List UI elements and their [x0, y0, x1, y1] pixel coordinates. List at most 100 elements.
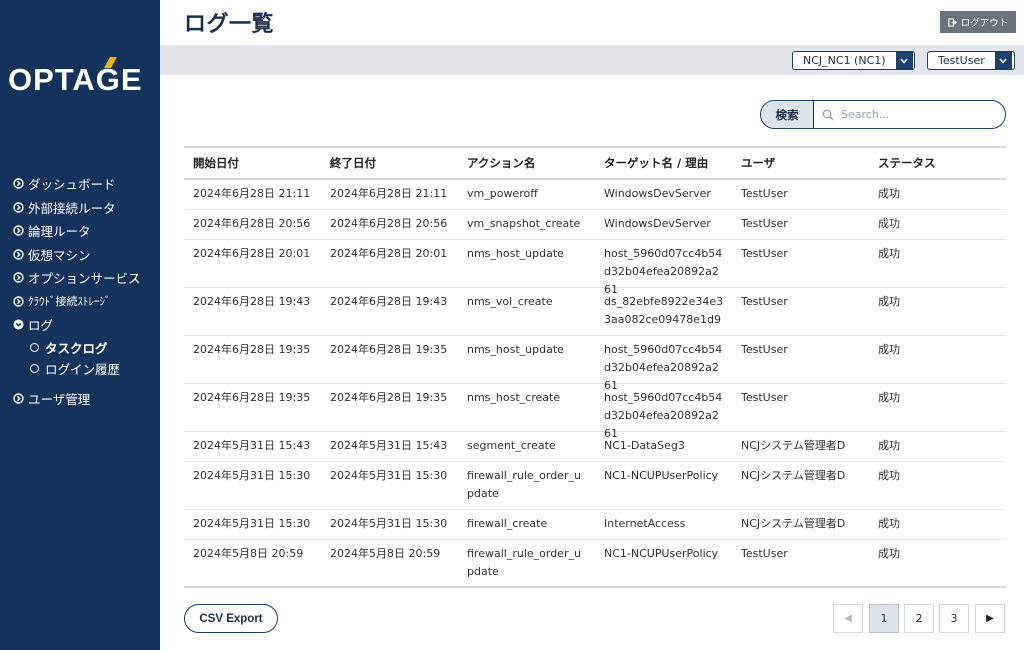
chevron-down-icon [895, 52, 913, 69]
nav-item-label: 外部接続ルータ [28, 200, 116, 216]
table-row[interactable]: 2024年6月28日 19:43 2024年6月28日 19:43 nms_vo… [184, 288, 1006, 336]
user-cell: TestUser [741, 187, 788, 200]
user-select-value: TestUser [938, 54, 985, 67]
user-cell: TestUser [741, 547, 788, 560]
column-header[interactable]: 開始日付 [184, 154, 321, 172]
nav-item-label: ユーザ管理 [28, 391, 91, 407]
target-cell: NC1-DataSeg3 [604, 439, 685, 452]
target-cell: host_5960d07cc4b54d32b04efea20892a261 [604, 343, 723, 392]
user-select[interactable]: TestUser [927, 51, 1015, 70]
target-cell: WindowsDevServer [604, 217, 711, 230]
status-cell: 成功 [878, 517, 900, 530]
table-row[interactable]: 2024年6月28日 21:11 2024年6月28日 21:11 vm_pow… [184, 180, 1006, 210]
search-icon [822, 109, 834, 120]
start-date-cell: 2024年5月31日 15:30 [193, 517, 311, 530]
status-cell: 成功 [878, 547, 900, 560]
end-date-cell: 2024年6月28日 19:35 [330, 391, 448, 404]
nav-item-log[interactable]: ログ [0, 313, 160, 337]
nav-item-external-router[interactable]: 外部接続ルータ [0, 196, 160, 220]
nav-sub-label: タスクログ [45, 340, 108, 356]
nav-item-user-management[interactable]: ユーザ管理 [0, 387, 160, 411]
table-row[interactable]: 2024年6月28日 19:35 2024年6月28日 19:35 nms_ho… [184, 336, 1006, 392]
nav-item-label: 論理ルータ [28, 224, 91, 240]
action-cell: segment_create [467, 439, 556, 452]
start-date-cell: 2024年6月28日 20:56 [193, 217, 311, 230]
nav-item-label: ダッシュボード [28, 177, 116, 193]
sidebar: OPTAGE ダッシュボード 外部接続ルータ 論理ルータ 仮想マシン オプション… [0, 0, 160, 650]
nav-item-virtual-machine[interactable]: 仮想マシン [0, 243, 160, 267]
action-cell: nms_host_update [467, 343, 564, 356]
circle-arrow-icon [13, 249, 24, 260]
circle-arrow-icon [13, 225, 24, 236]
action-cell: nms_host_update [467, 247, 564, 260]
table-row[interactable]: 2024年6月28日 20:56 2024年6月28日 20:56 vm_sna… [184, 210, 1006, 240]
start-date-cell: 2024年6月28日 20:01 [193, 247, 311, 260]
column-header[interactable]: アクション名 [458, 154, 595, 172]
action-cell: nms_vol_create [467, 295, 553, 308]
user-cell: TestUser [741, 295, 788, 308]
column-header[interactable]: ステータス [869, 154, 1006, 172]
start-date-cell: 2024年5月31日 15:43 [193, 439, 311, 452]
nav-sub-task-log[interactable]: タスクログ [0, 337, 160, 358]
contract-select[interactable]: NCJ_NC1 (NC1) [792, 51, 915, 70]
table-row[interactable]: 2024年5月31日 15:30 2024年5月31日 15:30 firewa… [184, 510, 1006, 540]
target-cell: InternetAccess [604, 517, 686, 530]
table-row[interactable]: 2024年5月31日 15:30 2024年5月31日 15:30 firewa… [184, 462, 1006, 510]
user-cell: TestUser [741, 391, 788, 404]
nav-item-label: ログ [28, 318, 54, 334]
nav-item-label: オプションサービス [28, 271, 141, 287]
nav-sub-login-history[interactable]: ログイン履歴 [0, 358, 160, 379]
start-date-cell: 2024年5月8日 20:59 [193, 547, 304, 560]
end-date-cell: 2024年6月28日 20:56 [330, 217, 448, 230]
page-button-2[interactable]: 2 [904, 604, 934, 633]
end-date-cell: 2024年5月8日 20:59 [330, 547, 441, 560]
start-date-cell: 2024年6月28日 21:11 [193, 187, 311, 200]
page-button-1[interactable]: 1 [869, 604, 899, 633]
search-input[interactable] [841, 108, 991, 121]
end-date-cell: 2024年5月31日 15:43 [330, 439, 448, 452]
target-cell: host_5960d07cc4b54d32b04efea20892a261 [604, 391, 723, 440]
optage-logo[interactable]: OPTAGE [8, 52, 154, 102]
column-header[interactable]: 終了日付 [321, 154, 458, 172]
nav-item-option-service[interactable]: オプションサービス [0, 266, 160, 290]
page-button-3[interactable]: 3 [939, 604, 969, 633]
svg-text:OPTAGE: OPTAGE [8, 62, 143, 97]
status-cell: 成功 [878, 391, 900, 404]
end-date-cell: 2024年6月28日 19:35 [330, 343, 448, 356]
ring-icon [30, 342, 39, 352]
end-date-cell: 2024年6月28日 21:11 [330, 187, 448, 200]
status-cell: 成功 [878, 187, 900, 200]
action-cell: firewall_rule_order_update [467, 469, 581, 500]
table-row[interactable]: 2024年5月8日 20:59 2024年5月8日 20:59 firewall… [184, 540, 1006, 586]
table-row[interactable]: 2024年6月28日 19:35 2024年6月28日 19:35 nms_ho… [184, 384, 1006, 440]
target-cell: ds_82ebfe8922e34e33aa082ce09478e1d9 [604, 295, 724, 326]
action-cell: vm_poweroff [467, 187, 538, 200]
circle-arrow-icon [13, 202, 24, 213]
column-header[interactable]: ユーザ [732, 154, 869, 172]
status-cell: 成功 [878, 295, 900, 308]
logout-button[interactable]: ログアウト [940, 11, 1016, 33]
contract-select-value: NCJ_NC1 (NC1) [803, 54, 886, 67]
column-header[interactable]: ターゲット名 / 理由 [595, 154, 732, 172]
status-cell: 成功 [878, 469, 900, 482]
nav-item-cloud-storage[interactable]: ｸﾗｳﾄﾞ接続ｽﾄﾚｰｼﾞ [0, 290, 160, 314]
next-page-button[interactable]: ▶ [975, 604, 1005, 633]
user-cell: NCJシステム管理者D [741, 517, 846, 530]
context-bar: NCJ_NC1 (NC1) TestUser [160, 45, 1024, 75]
search-bar: 検索 [760, 100, 1006, 129]
status-cell: 成功 [878, 439, 900, 452]
csv-export-button[interactable]: CSV Export [184, 604, 278, 633]
search-button[interactable]: 検索 [761, 101, 814, 128]
table-row[interactable]: 2024年5月31日 15:43 2024年5月31日 15:43 segmen… [184, 432, 1006, 462]
user-cell: TestUser [741, 247, 788, 260]
chevron-left-icon: ◀ [844, 613, 852, 624]
logout-label: ログアウト [960, 18, 1009, 29]
prev-page-button[interactable]: ◀ [833, 604, 863, 633]
table-row[interactable]: 2024年6月28日 20:01 2024年6月28日 20:01 nms_ho… [184, 240, 1006, 296]
nav-item-dashboard[interactable]: ダッシュボード [0, 172, 160, 196]
nav-item-logical-router[interactable]: 論理ルータ [0, 219, 160, 243]
search-field[interactable] [814, 101, 1005, 128]
end-date-cell: 2024年5月31日 15:30 [330, 517, 448, 530]
circle-arrow-icon [13, 178, 24, 189]
user-cell: TestUser [741, 217, 788, 230]
